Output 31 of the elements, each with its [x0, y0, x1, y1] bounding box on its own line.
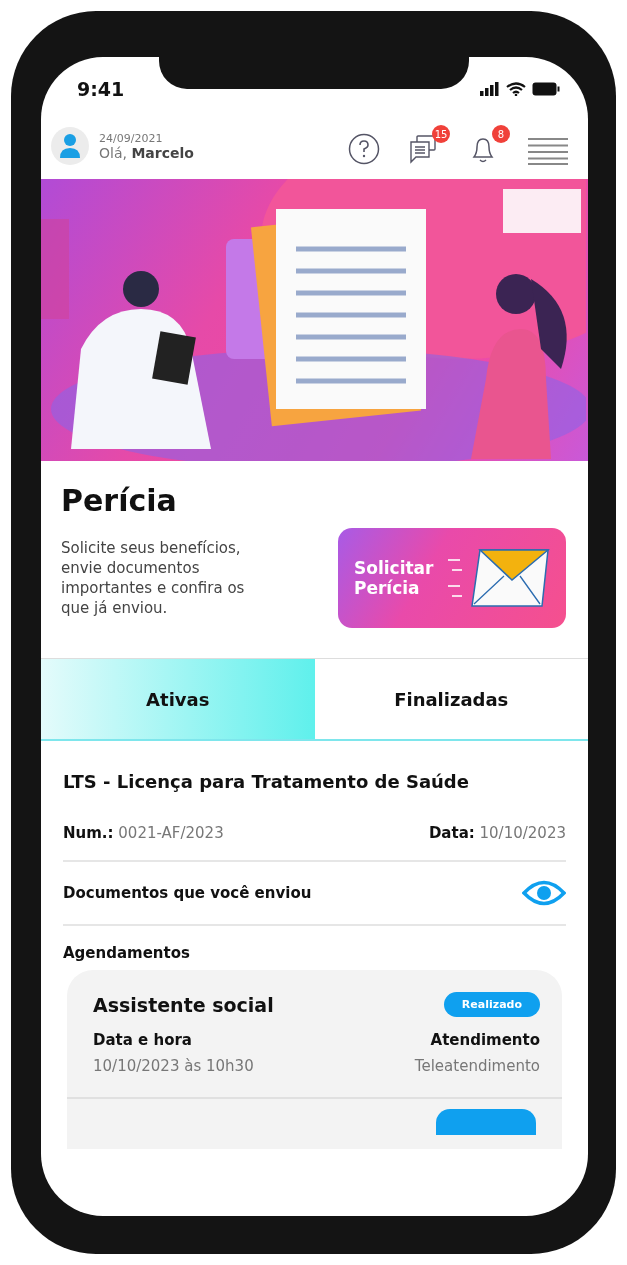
envelope-icon [446, 548, 550, 608]
notifications-button[interactable]: 8 [468, 125, 510, 167]
notification-count-badge: 8 [492, 125, 510, 143]
help-icon [348, 133, 380, 165]
messages-button[interactable]: 15 [408, 125, 450, 167]
eye-icon[interactable] [522, 880, 566, 906]
user-icon [59, 133, 81, 159]
battery-icon [532, 82, 560, 96]
avatar[interactable] [51, 127, 89, 165]
status-badge: Realizado [443, 992, 540, 1017]
header-date: 24/09/2021 [99, 131, 164, 145]
tab[interactable]: Ativas [41, 659, 315, 739]
page-title: Perícia [61, 483, 178, 518]
page-description: Solicite seus benefícios, envie documentos importantes e confira os que já enviou. [61, 537, 246, 619]
service-value: Teleatendimento [414, 1057, 540, 1075]
status-time: 9:41 [77, 78, 125, 100]
documents-label: Documentos que você enviou [63, 884, 312, 902]
schedules-title: Agendamentos [63, 944, 191, 962]
request-date: Data: 10/10/2023 [428, 824, 566, 842]
appointment-title: Assistente social [93, 993, 274, 1016]
datetime-value: 10/10/2023 às 10h30 [93, 1057, 254, 1075]
menu-icon [528, 137, 568, 165]
request-number: Num.: 0021-AF/2023 [63, 824, 224, 842]
request-title: LTS - Licença para Tratamento de Saúde [63, 771, 470, 792]
message-count-badge: 15 [432, 125, 450, 143]
wifi-icon [506, 82, 526, 96]
service-label: Atendimento [430, 1031, 540, 1049]
signal-icon [480, 82, 500, 96]
greeting-text: Olá, Marcelo [99, 144, 195, 161]
datetime-label: Data e hora [93, 1031, 192, 1049]
request-button[interactable]: Solicitar Perícia [338, 528, 566, 628]
